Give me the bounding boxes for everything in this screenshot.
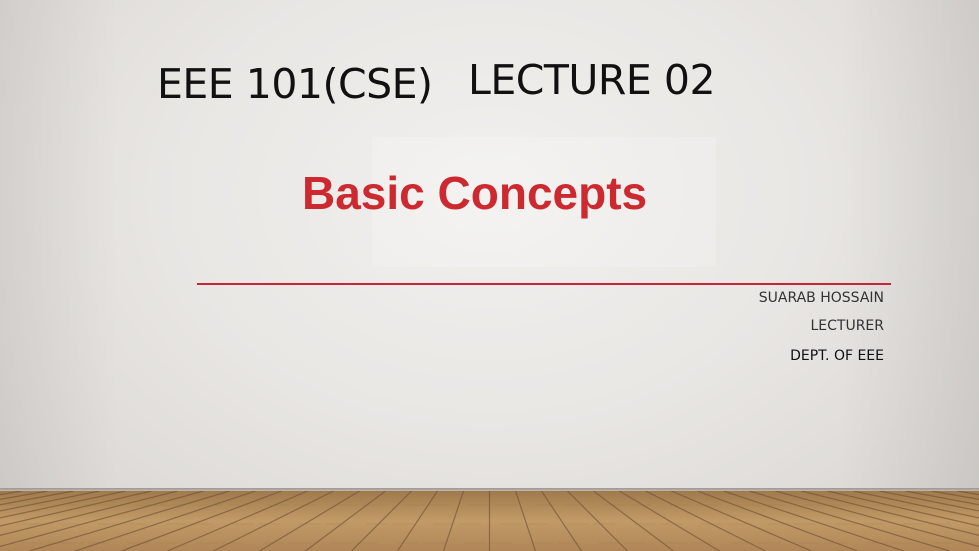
course-code: EEE 101(CSE) bbox=[157, 60, 433, 108]
wall-shadow-left bbox=[0, 0, 120, 491]
author-department: DEPT. OF EEE bbox=[790, 348, 884, 364]
divider-line bbox=[197, 283, 891, 285]
author-block: SUARAB HOSSAIN LECTURER DEPT. OF EEE bbox=[759, 290, 884, 364]
slide-subtitle: Basic Concepts bbox=[302, 167, 648, 219]
wooden-floor bbox=[0, 491, 979, 551]
lecture-number: LECTURE 02 bbox=[468, 56, 716, 104]
wall-shadow-right bbox=[839, 0, 979, 491]
title-slide: EEE 101(CSE) LECTURE 02 Basic Concepts S… bbox=[0, 0, 979, 551]
author-name: SUARAB HOSSAIN bbox=[758, 290, 884, 306]
author-role: LECTURER bbox=[810, 318, 884, 334]
